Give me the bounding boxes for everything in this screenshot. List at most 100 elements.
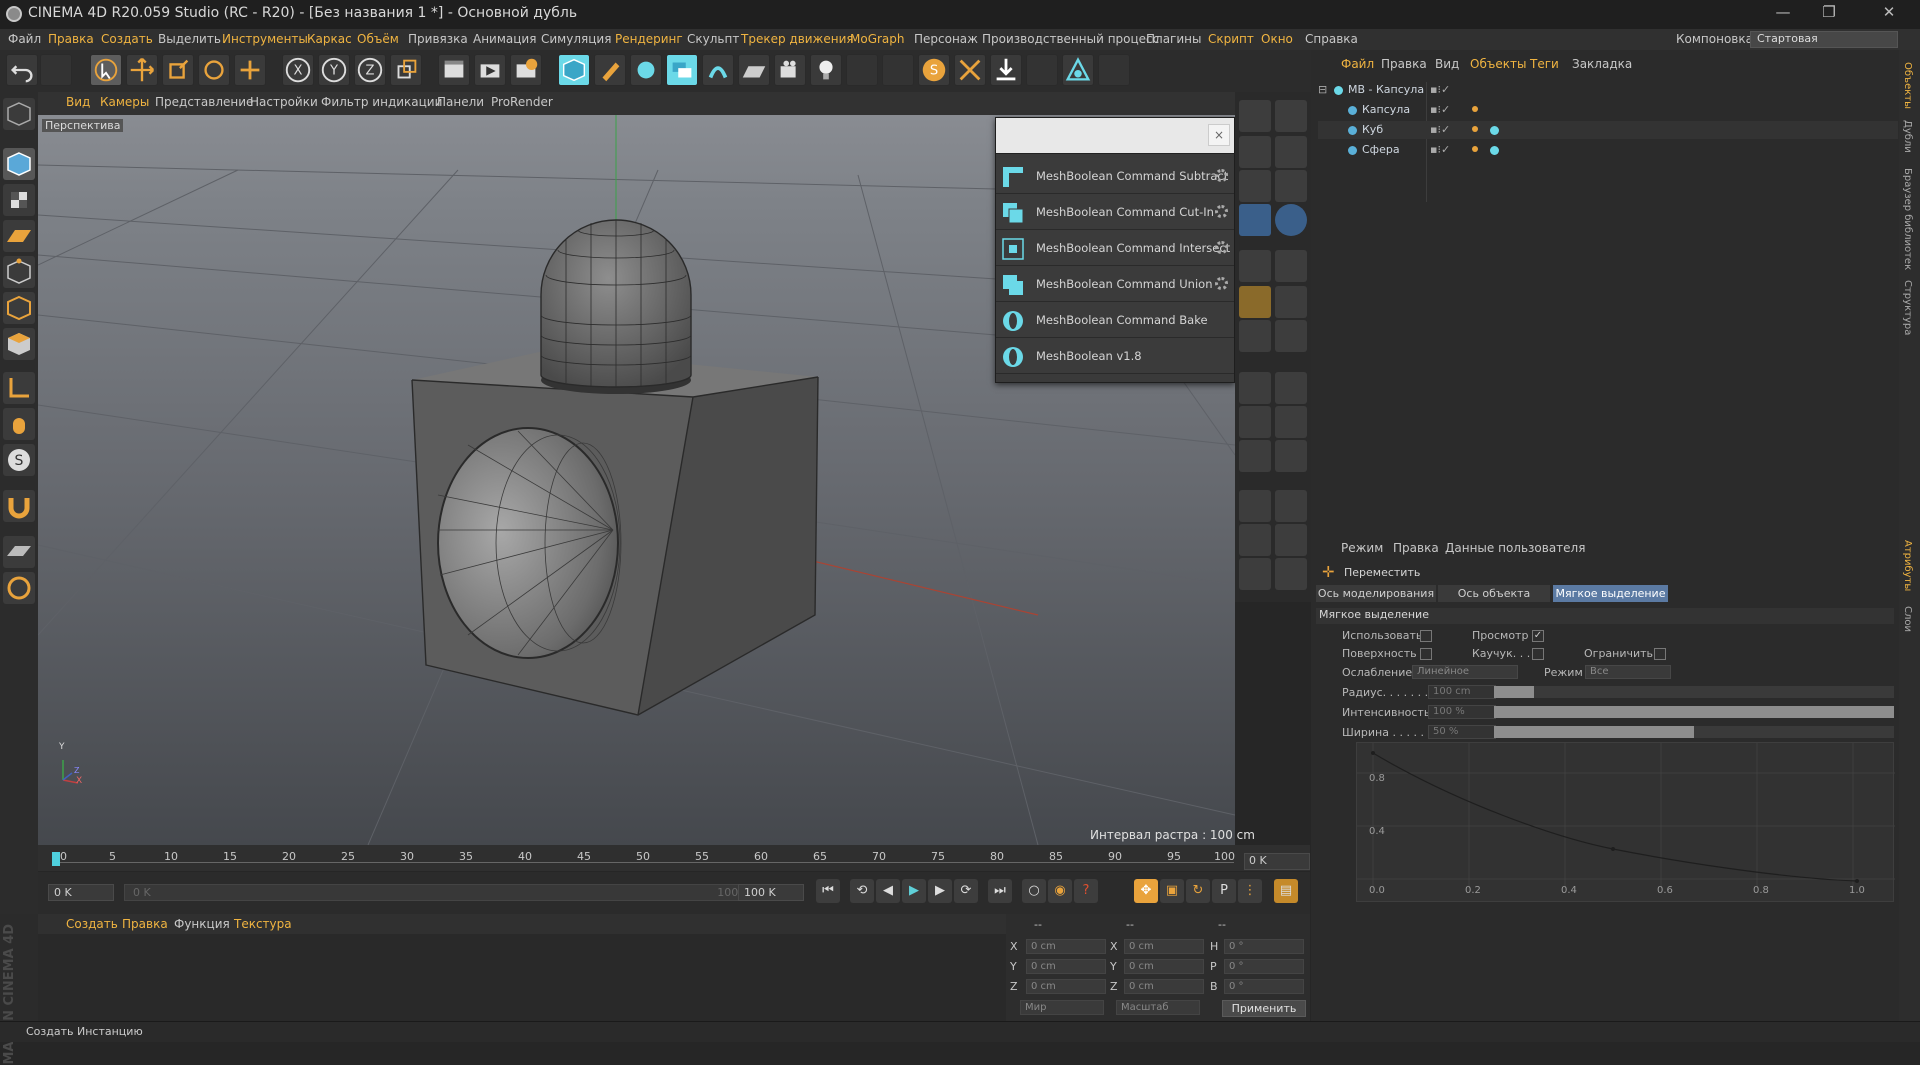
timeline-ruler[interactable]: 0 5 10 15 20 25 30 35 40 45 50 55 60 65 … [52, 850, 1235, 866]
mesh-boolean-icon[interactable] [1062, 54, 1094, 86]
slice-icon[interactable] [1275, 406, 1307, 438]
obj-menu-bookmarks[interactable]: Закладка [1572, 57, 1632, 71]
arrow-select-icon[interactable] [1275, 100, 1307, 132]
play-icon[interactable]: ▶ [902, 879, 926, 903]
rubber-checkbox[interactable] [1532, 648, 1544, 660]
size-y-field[interactable]: 0 cm [1124, 959, 1204, 974]
meshboolean-tag-icon[interactable] [1490, 126, 1499, 135]
side-tab-content-browser[interactable]: Браузер библиотек [1902, 168, 1913, 270]
menu-sculpt[interactable]: Скульпт [687, 32, 739, 46]
extrude-icon[interactable] [1275, 250, 1307, 282]
qr-icon[interactable] [1275, 204, 1307, 236]
key-rotation-icon[interactable]: ↻ [1186, 879, 1210, 903]
side-tab-structure[interactable]: Структура [1902, 280, 1913, 335]
live-select-icon[interactable] [90, 54, 122, 86]
key-position-icon[interactable]: ✥ [1134, 879, 1158, 903]
model-mode-icon[interactable] [3, 148, 35, 180]
popup-item-subtract[interactable]: MeshBoolean Command Subtract [996, 158, 1234, 194]
key-param-icon[interactable]: P [1212, 879, 1236, 903]
falloff-graph[interactable]: 0.8 0.4 0.0 0.2 0.4 0.6 0.8 1.0 [1356, 742, 1895, 902]
vp-menu-display[interactable]: Представление [155, 95, 253, 109]
scale-select[interactable]: Масштаб [1116, 1000, 1200, 1015]
points-mode-icon[interactable] [3, 256, 35, 288]
tab-modeling-axis[interactable]: Ось моделирования [1316, 585, 1436, 602]
visibility-icon[interactable]: ▪⁝✓ [1430, 103, 1450, 116]
scale-tool-icon[interactable] [162, 54, 194, 86]
rot-p-field[interactable]: 0 ° [1224, 959, 1304, 974]
pos-z-field[interactable]: 0 cm [1026, 979, 1106, 994]
preview-checkbox[interactable]: ✓ [1532, 630, 1544, 642]
side-tab-takes[interactable]: Дубли [1902, 120, 1913, 153]
strength-field[interactable]: 100 % [1428, 705, 1496, 719]
polygon-icon[interactable] [1239, 372, 1271, 404]
mat-menu-create[interactable]: Создать [66, 917, 118, 931]
timeline-settings-icon[interactable]: ▤ [1274, 879, 1298, 903]
gear-icon[interactable] [1215, 277, 1228, 290]
popup-item-bake[interactable]: MeshBoolean Command Bake [996, 302, 1234, 338]
menu-volume[interactable]: Объём [357, 32, 399, 46]
next-key-icon[interactable]: ⟳ [954, 879, 978, 903]
autokey-icon[interactable]: ◉ [1048, 879, 1072, 903]
pen-spline-icon[interactable] [594, 54, 626, 86]
lock-workplane-icon[interactable] [3, 536, 35, 568]
menu-select[interactable]: Выделить [158, 32, 221, 46]
menu-window[interactable]: Окно [1261, 32, 1293, 46]
gear-icon[interactable] [1215, 205, 1228, 218]
redo-icon[interactable] [40, 54, 72, 86]
restrict-checkbox[interactable] [1654, 648, 1666, 660]
drop-to-floor-icon[interactable] [990, 54, 1022, 86]
minimize-button[interactable]: — [1760, 3, 1806, 25]
coordinate-system-icon[interactable] [390, 54, 422, 86]
vp-menu-filter[interactable]: Фильтр индикации [321, 95, 442, 109]
menu-mesh[interactable]: Каркас [307, 32, 352, 46]
menu-plugins[interactable]: Плагины [1146, 32, 1201, 46]
chart-icon[interactable] [1275, 524, 1307, 556]
close-button[interactable]: ✕ [1866, 3, 1912, 25]
popup-item-intersect[interactable]: MeshBoolean Command Intersect [996, 230, 1234, 266]
rotate-tool-icon[interactable] [198, 54, 230, 86]
obj-menu-objects[interactable]: Объекты [1470, 57, 1526, 71]
workplane-icon[interactable] [3, 220, 35, 252]
cube-object-icon[interactable] [558, 54, 590, 86]
render-settings-icon[interactable] [510, 54, 542, 86]
menu-script[interactable]: Скрипт [1208, 32, 1254, 46]
floor-icon[interactable] [738, 54, 770, 86]
layout-select[interactable]: Стартовая [1750, 31, 1898, 48]
mat-menu-function[interactable]: Функция [174, 917, 230, 931]
go-to-start-icon[interactable]: ⏮ [816, 879, 840, 903]
vp-menu-view[interactable]: Вид [66, 95, 90, 109]
snap-icon[interactable]: S [918, 54, 950, 86]
vp-menu-prorender[interactable]: ProRender [491, 95, 553, 109]
attr-menu-userdata[interactable]: Данные пользователя [1445, 541, 1585, 555]
mat-menu-texture[interactable]: Текстура [234, 917, 292, 931]
hair-icon[interactable] [846, 54, 878, 86]
menu-snap[interactable]: Привязка [408, 32, 468, 46]
align-icon[interactable] [1275, 440, 1307, 472]
tag-icon[interactable] [1472, 106, 1478, 112]
plus-icon[interactable] [1239, 440, 1271, 472]
go-to-end-icon[interactable]: ⏭ [988, 879, 1012, 903]
menu-tools[interactable]: Инструменты [222, 32, 308, 46]
attr-menu-mode[interactable]: Режим [1341, 541, 1383, 555]
end-frame-field[interactable]: 100 K [738, 884, 804, 901]
planar-workplane-icon[interactable] [3, 572, 35, 604]
curve-icon[interactable] [1275, 490, 1307, 522]
make-editable-icon[interactable] [3, 98, 35, 130]
knife-icon[interactable] [1275, 286, 1307, 318]
vp-menu-options[interactable]: Настройки [250, 95, 318, 109]
symmetry-icon[interactable] [954, 54, 986, 86]
brush-icon[interactable] [1239, 286, 1271, 318]
tag-icon[interactable] [1472, 126, 1478, 132]
menu-character[interactable]: Персонаж [914, 32, 978, 46]
obj-menu-tags[interactable]: Теги [1530, 57, 1559, 71]
pos-x-field[interactable]: 0 cm [1026, 939, 1106, 954]
keyframe-selection-icon[interactable]: ? [1074, 879, 1098, 903]
solo-mode-icon[interactable]: S [3, 444, 35, 476]
polygons-mode-icon[interactable] [3, 328, 35, 360]
side-tab-objects[interactable]: Объекты [1902, 62, 1913, 109]
texture-mode-icon[interactable] [3, 184, 35, 216]
range-slider[interactable]: 0 K 100 K [124, 884, 764, 901]
prev-frame-icon[interactable]: ◀ [876, 879, 900, 903]
recent-tool-icon[interactable] [234, 54, 266, 86]
rot-h-field[interactable]: 0 ° [1224, 939, 1304, 954]
